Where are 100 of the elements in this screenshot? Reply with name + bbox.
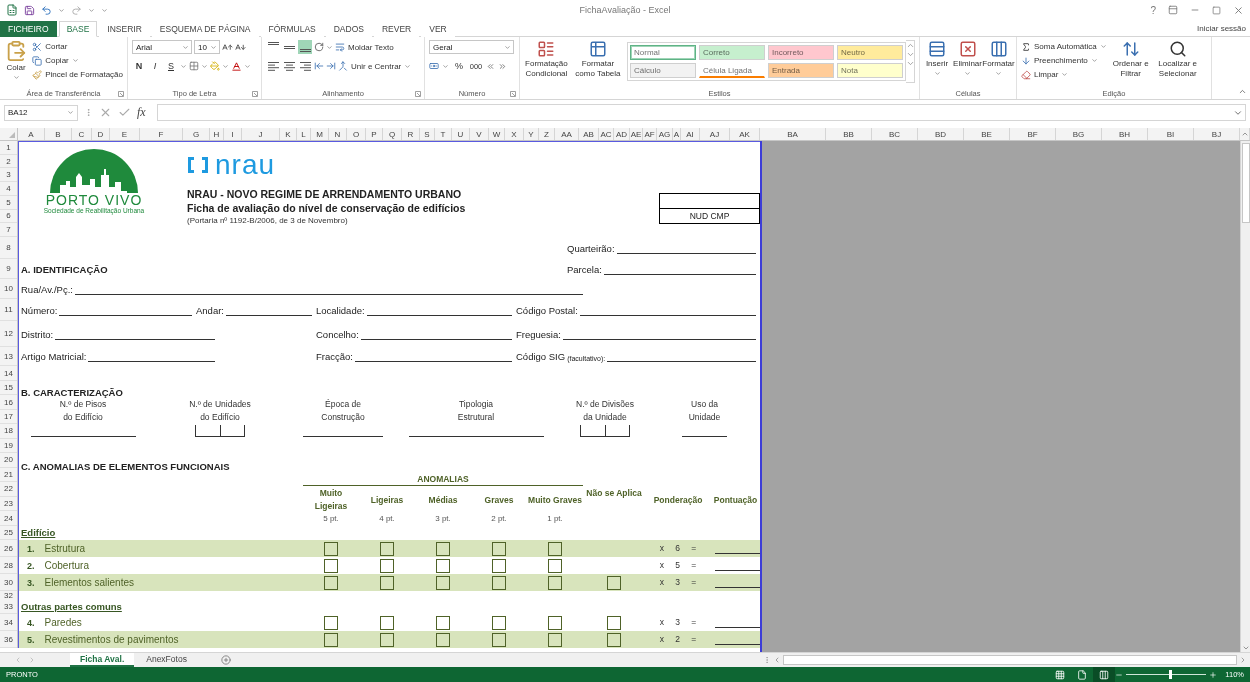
checkbox[interactable] bbox=[436, 541, 450, 556]
checkbox[interactable] bbox=[324, 575, 338, 590]
zoom-thumb[interactable] bbox=[1169, 670, 1173, 679]
checkbox[interactable] bbox=[548, 615, 562, 630]
checkbox[interactable] bbox=[324, 615, 338, 630]
checkbox[interactable] bbox=[607, 615, 621, 630]
cells-button[interactable]: Inserir bbox=[924, 40, 950, 77]
underline-button[interactable]: S bbox=[164, 59, 178, 73]
checkbox[interactable] bbox=[436, 575, 450, 590]
column-header[interactable]: Q bbox=[383, 128, 402, 140]
column-header[interactable]: T bbox=[435, 128, 452, 140]
number-format-dropdown[interactable]: Geral bbox=[429, 40, 514, 54]
bold-button[interactable]: N bbox=[132, 59, 146, 73]
checkbox[interactable] bbox=[492, 632, 506, 647]
column-header[interactable]: N bbox=[329, 128, 347, 140]
cell-style-item[interactable]: Correto bbox=[699, 45, 765, 60]
column-header[interactable]: BD bbox=[918, 128, 964, 140]
grow-font-icon[interactable] bbox=[222, 41, 233, 53]
help-button[interactable]: ? bbox=[1150, 4, 1156, 16]
merge-center-button[interactable]: Unir e Centrar bbox=[338, 59, 412, 73]
checkbox[interactable] bbox=[548, 632, 562, 647]
column-header[interactable]: H bbox=[210, 128, 224, 140]
collapse-ribbon-icon[interactable] bbox=[1238, 87, 1247, 96]
zoom-in-icon[interactable] bbox=[1209, 670, 1218, 679]
column-header[interactable]: AK bbox=[730, 128, 760, 140]
italic-button[interactable]: I bbox=[148, 59, 162, 73]
checkbox[interactable] bbox=[380, 558, 394, 573]
find-select-button[interactable]: Localizar e Selecionar bbox=[1154, 40, 1201, 79]
decrease-indent-icon[interactable] bbox=[314, 61, 324, 71]
sort-filter-button[interactable]: Ordenar e Filtrar bbox=[1110, 40, 1151, 79]
dialog-launcher-icon[interactable] bbox=[510, 91, 516, 97]
row-header[interactable]: 36 bbox=[0, 631, 17, 648]
row-header[interactable]: 17 bbox=[0, 409, 17, 425]
checkbox[interactable] bbox=[492, 558, 506, 573]
row-header[interactable]: 5 bbox=[0, 195, 17, 210]
checkbox[interactable] bbox=[492, 615, 506, 630]
column-header[interactable]: X bbox=[505, 128, 524, 140]
fill-color-icon[interactable] bbox=[210, 61, 220, 71]
row-header[interactable]: 4 bbox=[0, 182, 17, 196]
scroll-thumb[interactable] bbox=[783, 655, 1237, 665]
horizontal-align-button[interactable] bbox=[298, 59, 312, 73]
column-header[interactable]: BB bbox=[826, 128, 872, 140]
checkbox[interactable] bbox=[607, 575, 621, 590]
column-header[interactable]: U bbox=[452, 128, 470, 140]
name-box[interactable]: BA12 bbox=[4, 104, 78, 121]
row-header[interactable]: 6 bbox=[0, 209, 17, 224]
checkbox[interactable] bbox=[324, 558, 338, 573]
checkbox[interactable] bbox=[324, 541, 338, 556]
row-header[interactable]: 15 bbox=[0, 381, 17, 396]
checkbox[interactable] bbox=[324, 632, 338, 647]
horizontal-align-button[interactable] bbox=[282, 59, 296, 73]
digit-boxes[interactable] bbox=[195, 425, 245, 437]
cell-style-item[interactable]: Nota bbox=[837, 63, 903, 78]
ribbon-tab[interactable]: BASE bbox=[58, 21, 98, 37]
column-header[interactable]: BG bbox=[1056, 128, 1102, 140]
row-header[interactable]: 23 bbox=[0, 496, 17, 512]
checkbox[interactable] bbox=[380, 632, 394, 647]
increase-indent-icon[interactable] bbox=[326, 61, 336, 71]
column-header[interactable]: P bbox=[366, 128, 383, 140]
column-header[interactable]: K bbox=[280, 128, 297, 140]
vertical-align-button[interactable] bbox=[298, 40, 312, 54]
digit-boxes[interactable] bbox=[580, 425, 630, 437]
column-header[interactable]: BE bbox=[964, 128, 1010, 140]
close-icon[interactable] bbox=[1233, 4, 1244, 16]
column-header[interactable]: BC bbox=[872, 128, 918, 140]
shrink-font-icon[interactable] bbox=[235, 41, 246, 53]
column-header[interactable]: B bbox=[45, 128, 72, 140]
scroll-down-icon[interactable] bbox=[1241, 644, 1250, 652]
sheet-tab[interactable]: AnexFotos bbox=[136, 653, 197, 667]
orientation-icon[interactable] bbox=[314, 42, 324, 52]
horizontal-align-button[interactable] bbox=[266, 59, 280, 73]
percent-button[interactable]: % bbox=[452, 59, 466, 73]
column-header[interactable]: AD bbox=[614, 128, 630, 140]
format-painter-button[interactable]: Pincel de Formatação bbox=[32, 68, 123, 81]
checkbox[interactable] bbox=[607, 632, 621, 647]
column-header[interactable]: W bbox=[489, 128, 505, 140]
column-header[interactable]: A bbox=[673, 128, 681, 140]
checkbox[interactable] bbox=[436, 632, 450, 647]
scroll-thumb[interactable] bbox=[1241, 143, 1250, 223]
cell-style-item[interactable]: Incorreto bbox=[768, 45, 834, 60]
row-header[interactable]: 2 bbox=[0, 154, 17, 169]
column-header[interactable]: AJ bbox=[700, 128, 730, 140]
copy-button[interactable]: Copiar bbox=[32, 54, 123, 67]
ribbon-tab[interactable]: ESQUEMA DE PÁGINA bbox=[151, 21, 259, 37]
column-header[interactable]: AC bbox=[599, 128, 614, 140]
cells-button[interactable]: Eliminar bbox=[954, 40, 981, 77]
format-as-table-button[interactable]: Formatar como Tabela bbox=[572, 40, 623, 79]
checkbox[interactable] bbox=[380, 541, 394, 556]
checkbox[interactable] bbox=[380, 615, 394, 630]
row-header[interactable]: 16 bbox=[0, 395, 17, 410]
column-header[interactable]: Z bbox=[539, 128, 555, 140]
cell-style-item[interactable]: Normal bbox=[630, 45, 696, 60]
column-header[interactable]: S bbox=[420, 128, 435, 140]
row-header[interactable]: 3 bbox=[0, 168, 17, 183]
column-header[interactable]: I bbox=[224, 128, 242, 140]
row-header[interactable]: 20 bbox=[0, 453, 17, 468]
cell-style-item[interactable]: Cálculo bbox=[630, 63, 696, 78]
column-header[interactable]: F bbox=[140, 128, 183, 140]
row-header[interactable]: 1 bbox=[0, 141, 17, 155]
column-header[interactable]: AB bbox=[579, 128, 599, 140]
